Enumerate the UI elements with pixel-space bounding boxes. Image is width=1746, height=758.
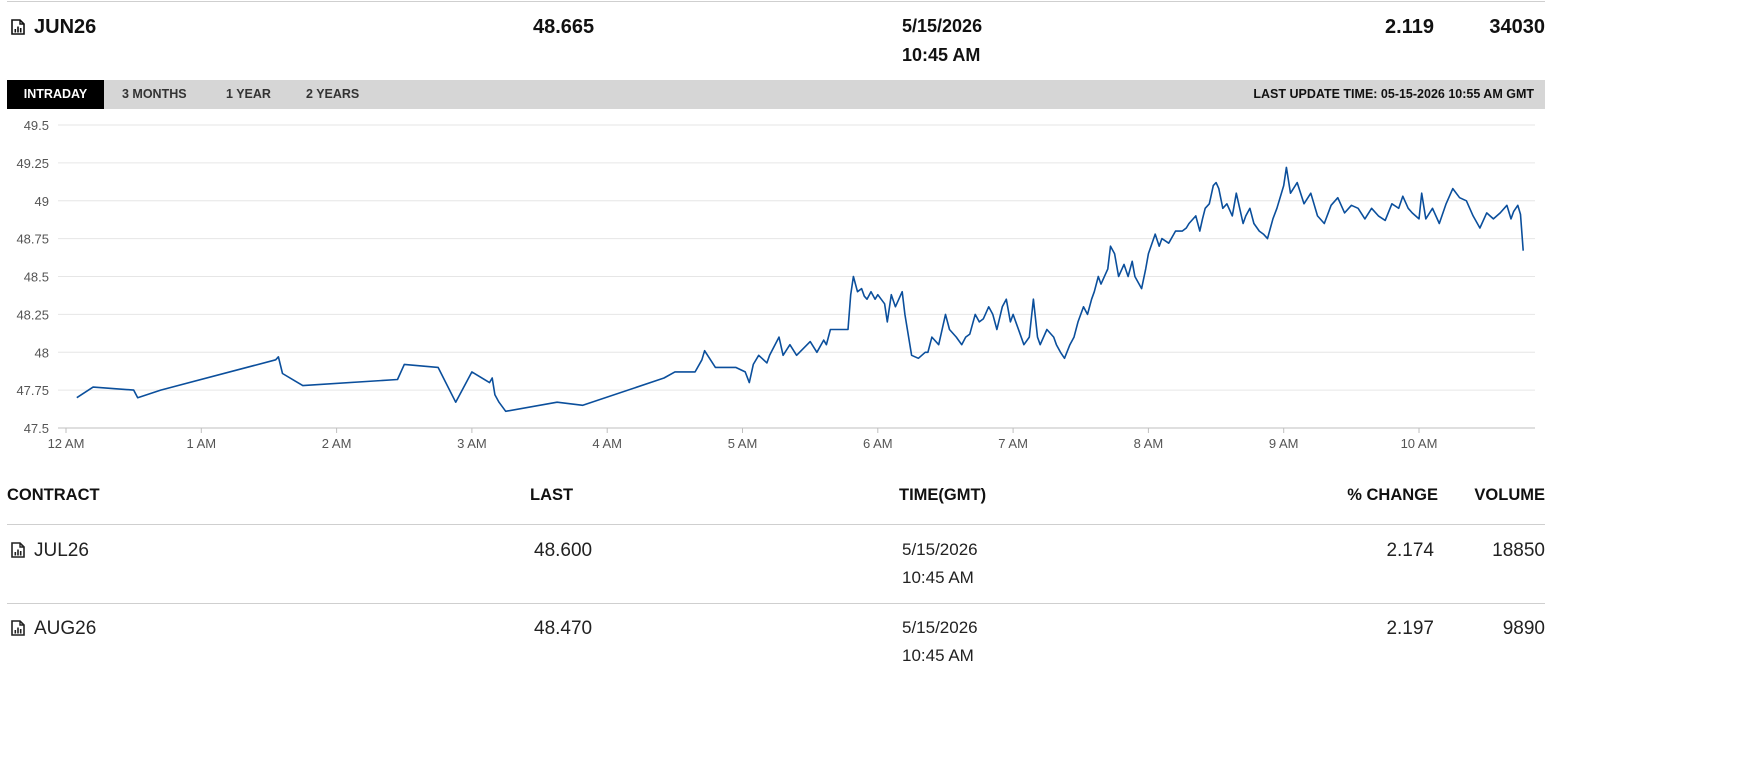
header-volume: VOLUME — [1474, 486, 1545, 504]
row-time: 10:45 AM — [902, 646, 974, 665]
main-contract-row: JUN26 48.665 5/15/2026 10:45 AM 2.119 34… — [7, 14, 1545, 74]
row-contract[interactable]: AUG26 — [11, 618, 96, 640]
tab-intraday[interactable]: INTRADAY — [7, 80, 104, 109]
main-pct-change: 2.119 — [1385, 16, 1434, 38]
x-tick-label: 3 AM — [457, 436, 487, 451]
row-datetime: 5/15/2026 10:45 AM — [902, 536, 978, 592]
x-tick-label: 2 AM — [322, 436, 352, 451]
y-tick-label: 47.75 — [16, 383, 49, 398]
main-last-price: 48.665 — [533, 16, 595, 38]
chart-file-icon[interactable] — [11, 620, 25, 636]
table-divider — [7, 603, 1545, 604]
y-tick-label: 48 — [35, 345, 49, 360]
row-contract-label: JUL26 — [34, 540, 89, 561]
x-tick-label: 8 AM — [1134, 436, 1164, 451]
price-series-line — [76, 166, 1524, 413]
tab-3-months[interactable]: 3 MONTHS — [122, 80, 187, 109]
row-last: 48.470 — [534, 618, 593, 639]
main-contract-label: JUN26 — [34, 16, 97, 38]
row-volume: 9890 — [1502, 618, 1545, 639]
main-date: 5/15/2026 — [902, 16, 983, 36]
chart-file-icon[interactable] — [11, 19, 25, 35]
x-tick-label: 7 AM — [998, 436, 1028, 451]
y-tick-label: 48.5 — [24, 270, 49, 285]
table-divider — [7, 524, 1545, 525]
main-volume: 34030 — [1489, 16, 1545, 38]
chart-file-icon[interactable] — [11, 542, 25, 558]
x-tick-label: 1 AM — [186, 436, 216, 451]
contracts-table-header: CONTRACT LAST TIME(GMT) % CHANGE VOLUME — [7, 482, 1545, 512]
row-datetime: 5/15/2026 10:45 AM — [902, 614, 978, 670]
tab-1-year[interactable]: 1 YEAR — [226, 80, 271, 109]
x-tick-label: 10 AM — [1401, 436, 1438, 451]
row-pct-change: 2.197 — [1386, 618, 1434, 639]
header-contract: CONTRACT — [7, 486, 100, 504]
row-contract-label: AUG26 — [34, 618, 97, 639]
y-tick-label: 48.25 — [16, 307, 49, 322]
row-date: 5/15/2026 — [902, 540, 978, 559]
y-tick-label: 49.5 — [24, 118, 49, 133]
x-tick-label: 9 AM — [1269, 436, 1299, 451]
row-pct-change: 2.174 — [1386, 540, 1434, 561]
header-pct-change: % CHANGE — [1347, 486, 1438, 504]
header-last: LAST — [530, 486, 574, 504]
last-update-time: LAST UPDATE TIME: 05-15-2026 10:55 AM GM… — [1253, 87, 1534, 101]
x-tick-label: 6 AM — [863, 436, 893, 451]
y-tick-label: 49 — [35, 194, 49, 209]
top-divider — [7, 1, 1545, 2]
main-contract[interactable]: JUN26 — [11, 16, 96, 39]
intraday-line-chart: 49.5 49.25 49 48.75 48.5 48.25 48 47.75 47.512 A… — [16, 118, 1535, 451]
chart-range-tabbar: INTRADAY 3 MONTHS 1 YEAR 2 YEARS LAST UP… — [7, 80, 1545, 109]
main-time: 10:45 AM — [902, 45, 981, 65]
table-row: JUL26 48.600 5/15/2026 10:45 AM 2.174 18… — [7, 536, 1545, 606]
x-tick-label: 5 AM — [728, 436, 758, 451]
x-tick-label: 4 AM — [592, 436, 622, 451]
x-tick-label: 12 AM — [48, 436, 85, 451]
header-time: TIME(GMT) — [899, 486, 987, 504]
row-contract[interactable]: JUL26 — [11, 540, 89, 562]
row-date: 5/15/2026 — [902, 618, 978, 637]
row-volume: 18850 — [1492, 540, 1545, 561]
y-tick-label: 48.75 — [16, 232, 49, 247]
row-time: 10:45 AM — [902, 568, 974, 587]
row-last: 48.600 — [534, 540, 593, 561]
y-tick-label: 47.5 — [24, 421, 49, 436]
table-row: AUG26 48.470 5/15/2026 10:45 AM 2.197 98… — [7, 614, 1545, 684]
tab-2-years[interactable]: 2 YEARS — [306, 80, 359, 109]
y-tick-label: 49.25 — [16, 156, 49, 171]
main-datetime: 5/15/2026 10:45 AM — [902, 12, 982, 70]
